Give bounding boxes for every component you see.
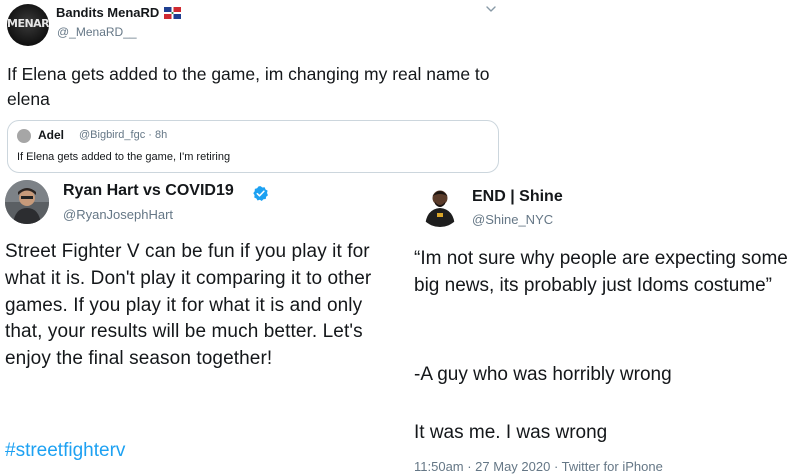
avatar-logo-text: MENARD [7, 17, 49, 30]
hashtag-link[interactable]: #streetfighterv [5, 440, 125, 462]
ryan-hart-avatar[interactable] [5, 180, 49, 224]
tweet-text-quote: “Im not sure why people are expecting so… [414, 248, 788, 296]
quoted-display-name: Adel [38, 128, 65, 142]
username-handle[interactable]: @Shine_NYC [472, 212, 553, 227]
display-name[interactable]: Bandits MenaRD [56, 5, 159, 20]
chevron-down-icon[interactable] [484, 2, 498, 16]
quoted-tweet-text: If Elena gets added to the game, I'm ret… [17, 151, 231, 163]
display-name[interactable]: Ryan Hart vs COVID19 [63, 182, 234, 200]
person-silhouette-icon [418, 183, 462, 227]
username-handle[interactable]: @RyanJosephHart [63, 207, 173, 222]
tweet-timestamp[interactable]: 11:50am · 27 May 2020 · Twitter for iPho… [414, 459, 663, 474]
tweet-text: Street Fighter V can be fun if you play … [5, 241, 372, 370]
tweet-text: If Elena gets added to the game, im chan… [7, 64, 490, 109]
verified-badge-icon [253, 186, 268, 202]
tweet-text-attribution: -A guy who was horribly wrong [414, 364, 672, 385]
shine-avatar[interactable] [418, 183, 462, 227]
tweet-text-admission: It was me. I was wrong [414, 422, 608, 443]
person-silhouette-icon [5, 180, 49, 224]
quoted-tweet-card[interactable] [7, 120, 499, 173]
username-handle[interactable]: @_MenaRD__ [57, 25, 137, 39]
dominican-republic-flag-icon [164, 7, 181, 19]
display-name[interactable]: END | Shine [472, 188, 563, 206]
quoted-avatar [17, 129, 31, 143]
menard-avatar[interactable]: MENARD [7, 4, 49, 46]
quoted-handle-time: @Bigbird_fgc · 8h [79, 129, 168, 141]
